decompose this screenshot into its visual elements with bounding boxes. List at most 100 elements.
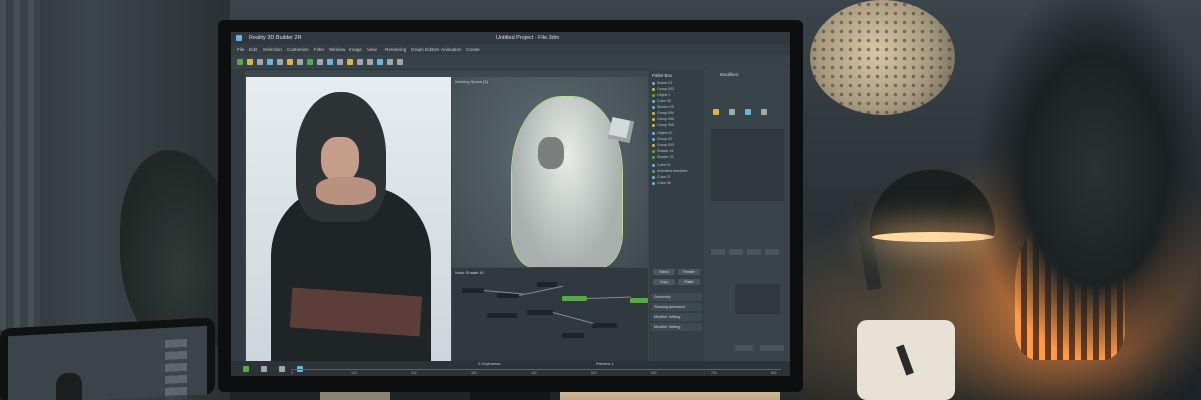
menu-window[interactable]: Window [329, 47, 345, 52]
grid-tool-icon[interactable] [317, 59, 323, 65]
item-icon [652, 99, 655, 103]
item-icon [652, 155, 655, 159]
tree-item[interactable]: Animated timelines [652, 169, 701, 173]
option-toggle[interactable] [711, 249, 725, 255]
tree-item[interactable]: Cube 08 [652, 181, 701, 185]
select-button[interactable]: Select [653, 269, 675, 275]
tree-item[interactable]: Sphere 05 [652, 105, 701, 109]
option-toggle[interactable] [747, 249, 761, 255]
scale-tool-icon[interactable] [267, 59, 273, 65]
tree-item[interactable]: Cube 01 [652, 163, 701, 167]
save-tool-icon[interactable] [387, 59, 393, 65]
view-cube-icon[interactable] [607, 116, 635, 144]
align-tool-icon[interactable] [337, 59, 343, 65]
option-toggle[interactable] [729, 249, 743, 255]
tree-item[interactable]: Group 003 [652, 87, 701, 91]
tree-item[interactable]: Cube 07 [652, 175, 701, 179]
add-button[interactable] [760, 345, 784, 351]
tree-item[interactable]: Object 1 [652, 93, 701, 97]
option-toggle[interactable] [765, 249, 779, 255]
tree-item[interactable]: Cube 03 [652, 99, 701, 103]
shader-node[interactable] [462, 288, 484, 293]
menu-filter[interactable]: Filter [314, 47, 324, 52]
tree-item[interactable]: Scene 01 [652, 81, 701, 85]
menu-rendering[interactable]: Rendering [385, 47, 406, 52]
menu-image[interactable]: Image [349, 47, 362, 52]
tablet-figure [56, 372, 82, 400]
tree-item[interactable]: Shader 01 [652, 149, 701, 153]
shader-node[interactable] [562, 333, 584, 338]
tree-item[interactable]: Group 006 [652, 123, 701, 127]
menu-edit[interactable]: Edit [249, 47, 257, 52]
shader-node[interactable] [527, 310, 553, 315]
camera-tool-icon[interactable] [297, 59, 303, 65]
section-modifier[interactable]: Modifier Setting [651, 323, 702, 331]
tree-item[interactable]: Object 02 [652, 131, 701, 135]
modifier-icon[interactable] [745, 109, 751, 115]
dock-icon[interactable] [243, 366, 249, 372]
modifier-icon[interactable] [713, 109, 719, 115]
open-tool-icon[interactable] [397, 59, 403, 65]
output-node[interactable] [562, 296, 587, 301]
section-modifier[interactable]: Modifier Setting [651, 313, 702, 321]
shader-node[interactable] [592, 323, 617, 328]
3d-model[interactable] [512, 97, 622, 267]
material-tool-icon[interactable] [347, 59, 353, 65]
tablet [0, 317, 215, 400]
mirror-tool-icon[interactable] [327, 59, 333, 65]
item-icon [652, 175, 655, 179]
tablet-screen [8, 325, 207, 400]
timeline-tick: 700 [711, 371, 717, 375]
shader-node[interactable] [487, 313, 517, 318]
select-tool-icon[interactable] [237, 59, 243, 65]
reference-image-viewport[interactable] [246, 77, 451, 361]
view-tool-icon[interactable] [377, 59, 383, 65]
rotate-tool-icon[interactable] [257, 59, 263, 65]
tree-item[interactable]: Group 02 [652, 137, 701, 141]
modifier-icon[interactable] [729, 109, 735, 115]
menu-graph-editors[interactable]: Graph Editors [411, 47, 439, 52]
title-bar: Reality 3D Builder 2R Untitled Project -… [231, 32, 790, 44]
camera-settings-fields[interactable] [735, 284, 780, 314]
item-icon [652, 137, 655, 141]
menu-create[interactable]: Create [466, 47, 480, 52]
timeline-tick: 300 [471, 371, 477, 375]
menu-customize[interactable]: Customize [287, 47, 309, 52]
menu-file[interactable]: File [237, 47, 244, 52]
dock-icon[interactable] [261, 366, 267, 372]
3d-viewport[interactable]: Working Space [3] [452, 77, 648, 267]
menu-animation[interactable]: Animation [441, 47, 461, 52]
mesh-tool-icon[interactable] [307, 59, 313, 65]
node-editor[interactable]: Node Shader #1 [452, 268, 648, 361]
curtain [0, 0, 40, 330]
item-icon [652, 143, 655, 147]
tree-item[interactable]: Group 005 [652, 117, 701, 121]
tree-item[interactable]: Group 003 [652, 143, 701, 147]
apply-button[interactable] [735, 345, 753, 351]
paste-button[interactable]: Paste [678, 279, 700, 285]
tree-item[interactable]: Group 004 [652, 111, 701, 115]
monitor: Reality 3D Builder 2R Untitled Project -… [218, 20, 803, 392]
modifier-stack[interactable] [711, 129, 784, 201]
snap-tool-icon[interactable] [277, 59, 283, 65]
layer-tool-icon[interactable] [367, 59, 373, 65]
render-tool-icon[interactable] [357, 59, 363, 65]
output-node[interactable] [630, 298, 648, 303]
timeline[interactable] [291, 369, 781, 370]
copy-button[interactable]: Copy [653, 279, 675, 285]
viewport-label: Working Space [3] [455, 79, 488, 84]
person-silhouette [945, 0, 1201, 400]
move-tool-icon[interactable] [247, 59, 253, 65]
menu-view[interactable]: View [367, 47, 377, 52]
menu-selection[interactable]: Selection [263, 47, 282, 52]
modifier-icon[interactable] [761, 109, 767, 115]
app-logo-icon [236, 35, 242, 41]
render-button[interactable]: Render [678, 269, 700, 275]
section-shading[interactable]: Shading Animated [651, 303, 702, 311]
section-geometry[interactable]: Geometry [651, 293, 702, 301]
tree-item[interactable]: Shader 02 [652, 155, 701, 159]
light-tool-icon[interactable] [287, 59, 293, 65]
dock-icon[interactable] [279, 366, 285, 372]
node-wire [519, 285, 564, 296]
shader-node[interactable] [537, 282, 557, 287]
